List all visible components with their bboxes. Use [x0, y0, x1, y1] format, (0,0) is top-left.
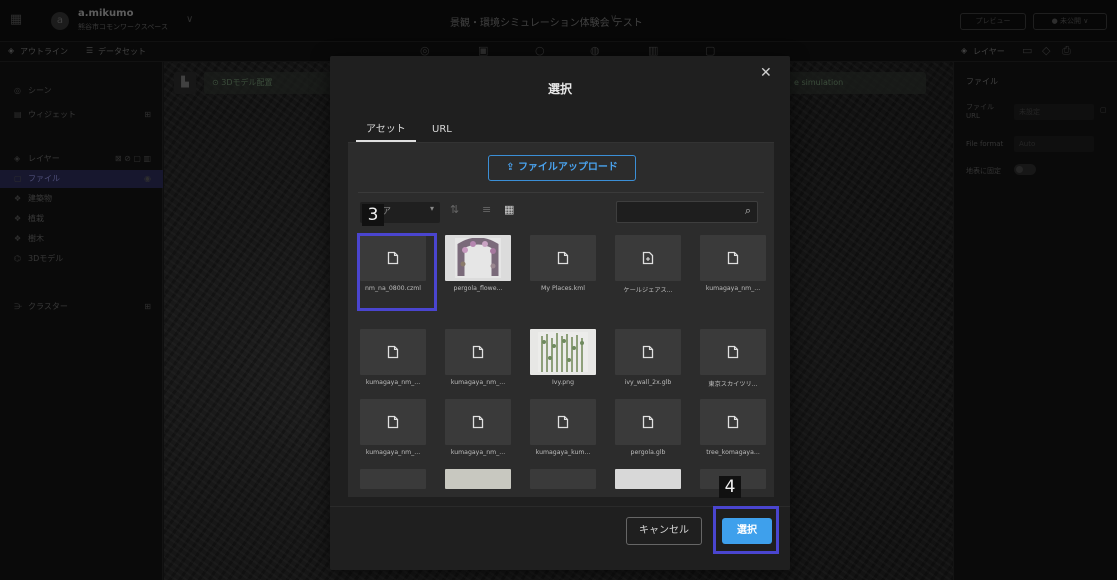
file-icon — [700, 235, 766, 281]
file-tile[interactable]: Ivy.png — [530, 329, 596, 393]
file-icon — [557, 251, 569, 265]
file-tile[interactable]: kumagaya_nm_... — [360, 329, 426, 393]
file-name: pergola_flowe... — [453, 285, 503, 292]
file-icon — [642, 415, 654, 429]
file-tile[interactable]: kumagaya_kum... — [530, 399, 596, 463]
file-tile[interactable]: kumagaya_nm_... — [700, 235, 766, 299]
file-tile[interactable]: kumagaya_nm_... — [360, 399, 426, 463]
file-thumbnail — [700, 399, 766, 445]
image-icon — [530, 329, 596, 375]
file-thumbnail — [615, 235, 681, 281]
tab-asset[interactable]: アセット — [356, 118, 416, 142]
file-name: kumagaya_nm_... — [705, 285, 761, 292]
file-thumbnail — [530, 329, 596, 375]
file-thumbnail — [530, 469, 596, 489]
file-icon — [360, 329, 426, 375]
file-name: pergola.glb — [630, 449, 666, 456]
file-name: kumagaya_nm_... — [450, 379, 506, 386]
file-icon — [445, 399, 511, 445]
search-icon[interactable]: ⌕ — [745, 204, 751, 218]
list-view-icon[interactable]: ≡ — [482, 203, 491, 216]
image-icon — [445, 235, 511, 281]
file-icon — [615, 399, 681, 445]
file-tile[interactable]: ivy_wall_2x.glb — [615, 329, 681, 393]
file-name: My Places.kml — [541, 285, 585, 292]
file-tile[interactable]: pergola.glb — [615, 399, 681, 463]
file-thumbnail — [700, 329, 766, 375]
file-icon — [360, 399, 426, 445]
divider — [358, 192, 764, 193]
file-thumbnail — [360, 469, 426, 489]
file-name: Ivy.png — [551, 379, 574, 386]
file-name: ivy_wall_2x.glb — [624, 379, 672, 386]
file-icon — [727, 345, 739, 359]
file-thumbnail — [445, 399, 511, 445]
file-icon — [472, 415, 484, 429]
file-thumbnail — [615, 469, 681, 489]
file-tile[interactable]: kumagaya_nm_... — [445, 399, 511, 463]
file-icon — [472, 345, 484, 359]
file-tile[interactable]: My Places.kml — [530, 235, 596, 299]
file-icon — [615, 235, 681, 281]
close-icon[interactable]: ✕ — [760, 65, 772, 81]
grid-view-icon[interactable]: ▦ — [504, 203, 514, 216]
file-tile[interactable] — [360, 469, 426, 489]
file-tile[interactable]: tree_komagaya... — [700, 399, 766, 463]
file-icon — [700, 329, 766, 375]
file-tile[interactable]: pergola_flowe... — [445, 235, 511, 299]
file-thumbnail — [445, 235, 511, 281]
file-tile[interactable] — [445, 469, 511, 489]
file-icon — [615, 329, 681, 375]
file-icon — [557, 415, 569, 429]
file-thumbnail — [530, 399, 596, 445]
file-thumbnail — [445, 329, 511, 375]
pergola-flower-image — [455, 238, 501, 278]
file-icon — [727, 415, 739, 429]
file-name: kumagaya_nm_... — [450, 449, 506, 456]
select-button-highlight: 選択 — [713, 506, 779, 554]
select-button[interactable]: 選択 — [722, 518, 772, 544]
file-thumbnail — [530, 235, 596, 281]
file-name: tree_komagaya... — [706, 449, 760, 456]
tab-url[interactable]: URL — [422, 118, 462, 142]
file-icon — [387, 345, 399, 359]
file-name: 東京スカイツリ... — [708, 381, 758, 388]
file-icon — [530, 235, 596, 281]
upload-icon: ⇪ — [506, 162, 518, 173]
file-thumbnail — [615, 399, 681, 445]
file-thumbnail — [700, 235, 766, 281]
file-tile[interactable]: ケールジェアス... — [615, 235, 681, 299]
file-icon — [642, 251, 654, 265]
chevron-down-icon[interactable]: ▾ — [430, 204, 434, 213]
sort-order-icon[interactable]: ⇅ — [450, 203, 459, 216]
file-thumbnail — [445, 469, 511, 489]
file-icon — [700, 399, 766, 445]
file-tile[interactable] — [615, 469, 681, 489]
file-icon — [387, 415, 399, 429]
file-upload-label: ファイルアップロード — [517, 162, 618, 173]
file-tile[interactable]: 東京スカイツリ... — [700, 329, 766, 393]
file-thumbnail — [360, 329, 426, 375]
file-thumbnail — [615, 329, 681, 375]
file-icon — [530, 399, 596, 445]
file-upload-button[interactable]: ⇪ ファイルアップロード — [488, 155, 636, 181]
file-name: ケールジェアス... — [623, 287, 673, 294]
file-name: kumagaya_nm_... — [365, 449, 421, 456]
ivy-image — [538, 332, 588, 372]
file-tile[interactable]: kumagaya_nm_... — [445, 329, 511, 393]
step-badge-4: 4 — [719, 476, 741, 498]
cancel-button[interactable]: キャンセル — [626, 517, 702, 545]
file-thumbnail — [360, 399, 426, 445]
search-input[interactable]: ⌕ — [616, 201, 758, 223]
file-tile[interactable] — [530, 469, 596, 489]
file-icon — [727, 251, 739, 265]
dialog-title: 選択 — [547, 82, 572, 96]
file-name: kumagaya_kum... — [535, 449, 591, 456]
file-name: kumagaya_nm_... — [365, 379, 421, 386]
asset-panel: ⇪ ファイルアップロード ア ▾ ⇅ ≡ ▦ ⌕ nm_na_0800.czml… — [348, 143, 774, 497]
step-badge-3: 3 — [362, 204, 384, 226]
selected-file-highlight — [357, 233, 437, 311]
file-icon — [642, 345, 654, 359]
file-icon — [445, 329, 511, 375]
